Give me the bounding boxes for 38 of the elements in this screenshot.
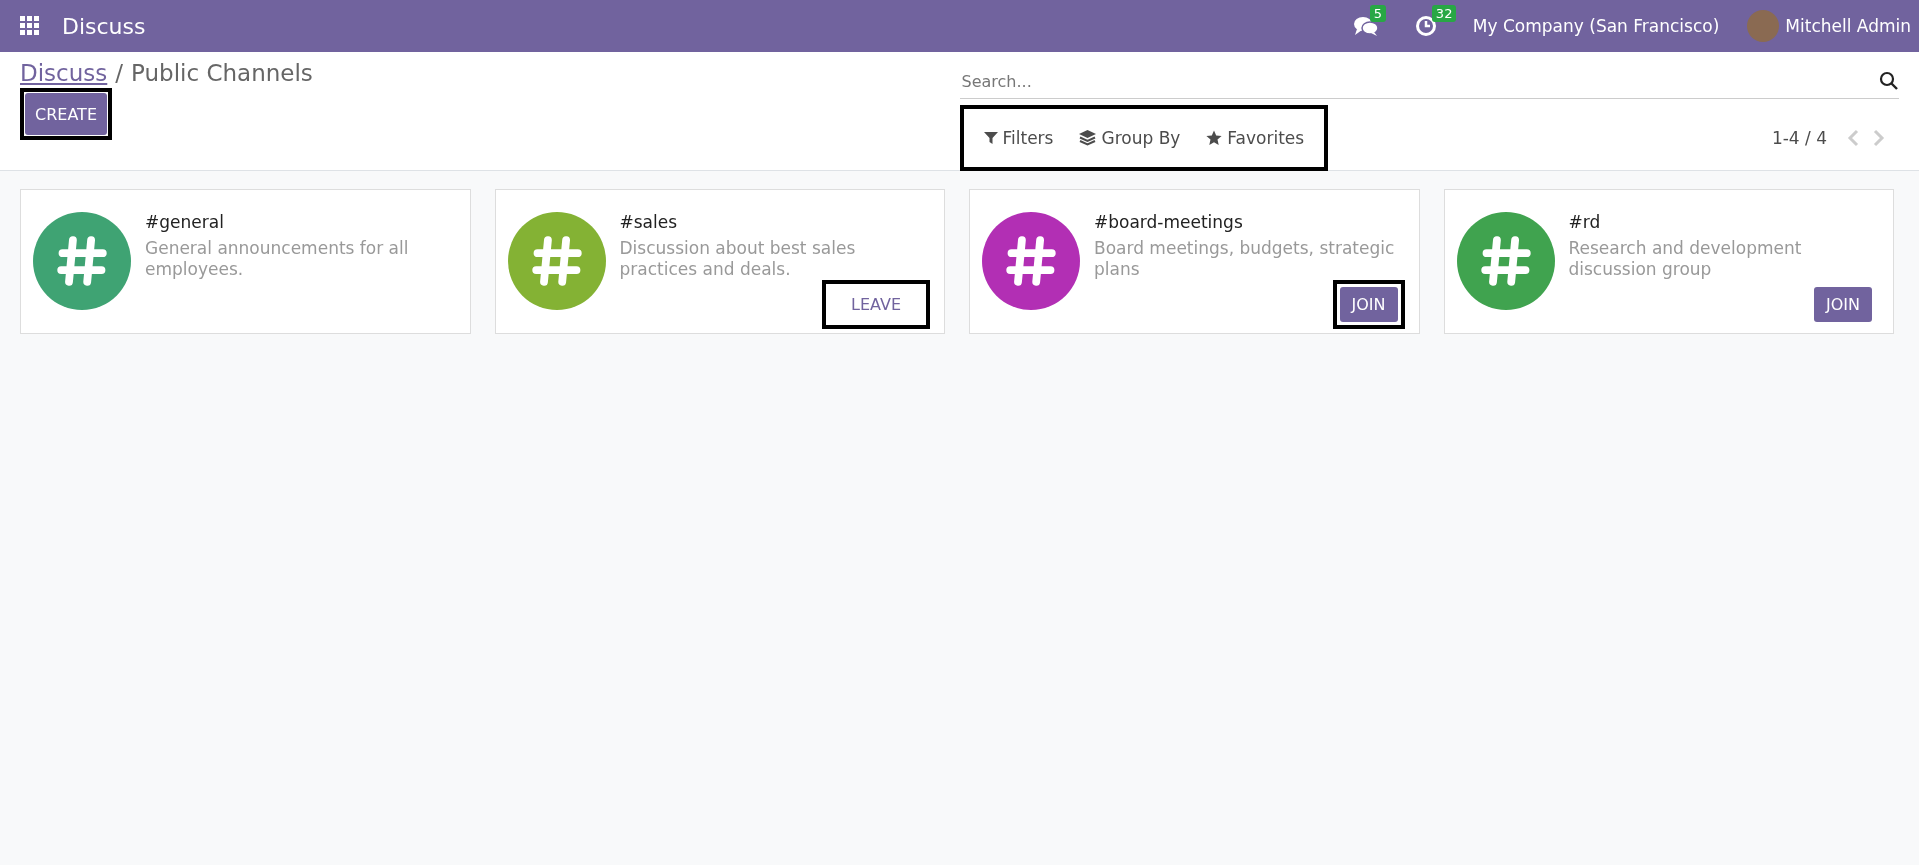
pager-value[interactable]: 1-4 / 4 [1771,128,1827,148]
star-menu-button[interactable]: Favorites [1206,128,1305,148]
filter-icon [983,131,998,145]
layers-menu-button[interactable]: Group By [1079,128,1181,148]
search-icon[interactable] [1879,71,1899,91]
hashtag-icon [56,235,108,287]
apps-menu-icon[interactable] [20,16,40,36]
channel-card[interactable]: #general General announcements for all employees. [20,189,471,334]
create-button[interactable]: CREATE [25,93,107,135]
leave-button[interactable]: LEAVE [829,287,923,322]
join-button[interactable]: JOIN [1814,287,1872,322]
channel-description: General announcements for all employees. [145,238,410,280]
hashtag-icon [1479,235,1532,287]
channel-description: Research and development discussion group [1568,238,1803,280]
company-switcher[interactable]: My Company (San Francisco) [1472,16,1720,36]
filter-menu-button[interactable]: Filters [983,128,1054,148]
channel-card[interactable]: #rd Research and development discussion group JOIN [1443,189,1894,334]
app-title[interactable]: Discuss [62,13,146,39]
message-count-badge: 5 [1369,5,1387,22]
user-name[interactable]: Mitchell Admin [1785,16,1911,36]
channel-card[interactable]: #sales Discussion about best sales practices and deals. LEAVE [494,189,945,334]
clock-icon[interactable] [1414,15,1437,37]
breadcrumb-current: Public Channels [131,60,313,86]
channel-name: #board-meetings [1094,212,1244,232]
hashtag-icon [530,235,583,287]
layers-icon [1079,130,1097,146]
channel-name: #general [145,212,225,232]
breadcrumb-separator: / [115,60,124,86]
channel-description: Board meetings, budgets, strategic plans [1094,238,1396,280]
channel-name: #rd [1568,212,1602,232]
breadcrumb-link[interactable]: Discuss [20,60,108,86]
activity-count-badge: 32 [1431,5,1457,22]
star-icon [1206,130,1223,146]
channel-name: #sales [619,212,679,232]
join-button[interactable]: JOIN [1339,287,1398,322]
hashtag-icon [1005,235,1057,287]
channel-card[interactable]: #board-meetings Board meetings, budgets, strategic plans JOIN [969,189,1420,334]
channel-description: Discussion about best sales practices and deals. [619,238,857,280]
